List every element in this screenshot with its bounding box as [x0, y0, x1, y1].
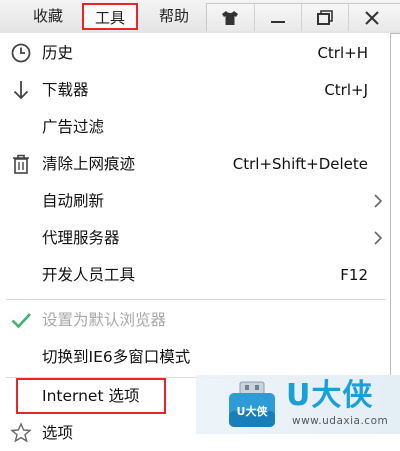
skin-button[interactable] — [207, 4, 253, 31]
minimize-icon — [271, 20, 285, 23]
menu-item-label: 开发人员工具 — [42, 266, 136, 284]
menu-item-proxy-server[interactable]: 代理服务器 — [0, 220, 390, 256]
watermark-logo-label: U大侠 — [237, 404, 269, 418]
menu-tools[interactable]: 工具 — [82, 3, 138, 30]
menu-help[interactable]: 帮助 — [151, 0, 197, 33]
menu-item-label: 下载器 — [42, 81, 89, 99]
checkmark-icon — [11, 313, 31, 329]
menu-item-set-default-browser: 设置为默认浏览器 — [0, 302, 390, 338]
trash-icon — [13, 154, 29, 174]
menu-item-shortcut: F12 — [340, 266, 368, 284]
close-button[interactable] — [348, 4, 395, 31]
menu-item-history[interactable]: 历史 Ctrl+H — [0, 35, 390, 71]
menu-item-label: 自动刷新 — [42, 192, 105, 210]
menu-item-label: 历史 — [42, 44, 74, 62]
menu-favorites[interactable]: 收藏 — [26, 0, 70, 33]
menu-item-ie6-mode[interactable]: 切换到IE6多窗口模式 — [0, 339, 390, 375]
watermark: U大侠 U大侠 www.udaxia.com — [196, 375, 400, 434]
menu-item-auto-refresh[interactable]: 自动刷新 — [0, 183, 390, 219]
menu-item-label: 设置为默认浏览器 — [42, 311, 167, 329]
highlight-box — [16, 378, 166, 414]
menu-item-shortcut: Ctrl+H — [317, 44, 368, 62]
minimize-button[interactable] — [254, 4, 301, 31]
download-arrow-icon — [13, 81, 29, 100]
menu-bar: 收藏 工具 帮助 — [0, 0, 400, 34]
menu-item-label: 代理服务器 — [42, 229, 120, 247]
menu-item-downloader[interactable]: 下载器 Ctrl+J — [0, 72, 390, 108]
menu-item-label: 切换到IE6多窗口模式 — [42, 348, 191, 366]
menu-item-clear-history[interactable]: 清除上网痕迹 Ctrl+Shift+Delete — [0, 146, 390, 182]
restore-icon — [317, 9, 333, 25]
menu-item-label: 广告过滤 — [42, 118, 105, 136]
watermark-url: www.udaxia.com — [292, 415, 389, 427]
restore-button[interactable] — [301, 4, 348, 31]
chevron-right-icon — [374, 194, 383, 208]
usb-logo-icon: U大侠 — [229, 381, 275, 427]
watermark-brand: U大侠 — [286, 378, 374, 413]
menu-item-label: 选项 — [42, 424, 74, 442]
menu-item-shortcut: Ctrl+J — [324, 81, 368, 99]
menu-item-ad-filter[interactable]: 广告过滤 — [0, 109, 390, 145]
menu-item-shortcut: Ctrl+Shift+Delete — [232, 155, 368, 173]
menu-separator — [6, 299, 386, 300]
chevron-right-icon — [374, 231, 383, 245]
menu-item-label: 清除上网痕迹 — [42, 155, 136, 173]
star-icon — [10, 422, 32, 443]
skin-icon — [222, 10, 238, 25]
close-icon — [365, 10, 379, 25]
clock-icon — [11, 43, 31, 63]
menu-item-developer-tools[interactable]: 开发人员工具 F12 — [0, 257, 390, 293]
tools-dropdown-menu: 历史 Ctrl+H 下载器 Ctrl+J 广告过滤 清除上网痕迹 Ctrl+Sh… — [0, 33, 391, 443]
window-controls — [206, 3, 400, 31]
